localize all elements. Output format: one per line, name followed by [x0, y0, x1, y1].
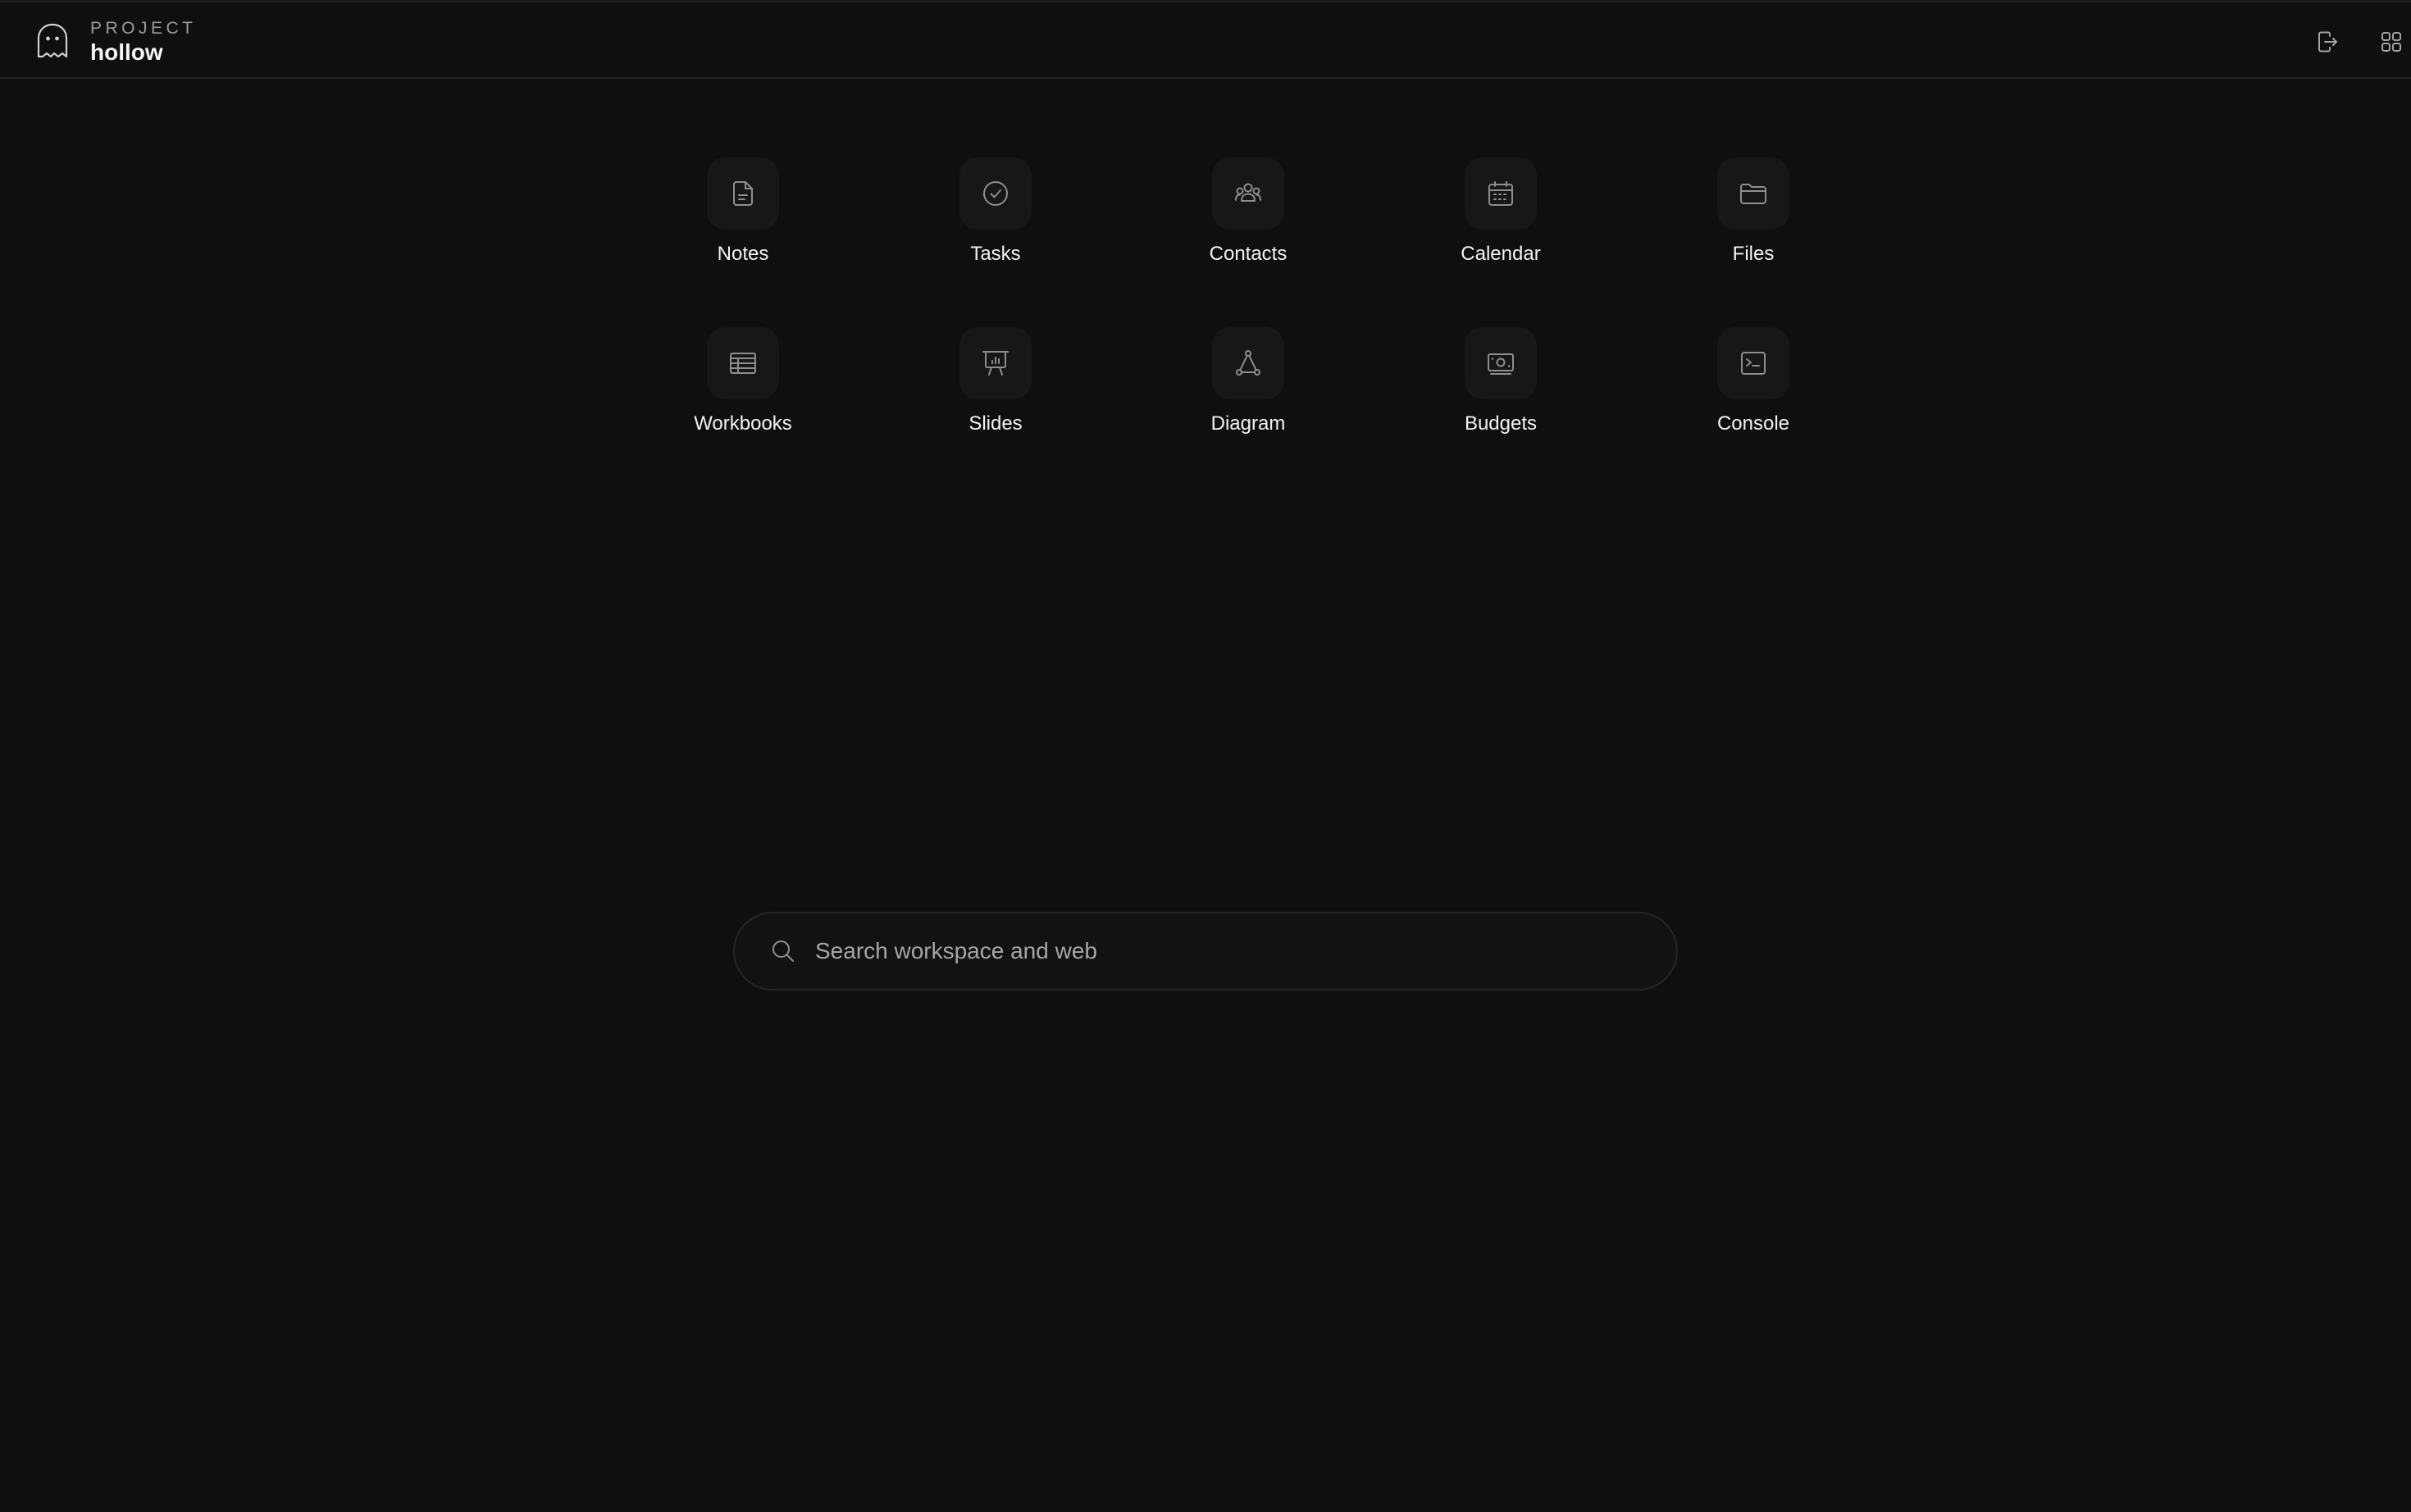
brand-kicker: PROJECT — [90, 19, 197, 38]
check-circle-icon — [980, 178, 1011, 209]
document-icon — [727, 178, 759, 209]
app-label: Calendar — [1461, 243, 1541, 265]
app-tile-slides[interactable]: Slides — [869, 327, 1122, 497]
app-label: Slides — [969, 412, 1023, 435]
ghost-icon — [31, 20, 74, 63]
app-label: Files — [1732, 243, 1775, 265]
app-label: Tasks — [970, 243, 1021, 265]
brand-name: hollow — [90, 39, 163, 65]
search-bar[interactable] — [733, 912, 1678, 991]
logout-icon — [2315, 30, 2340, 54]
app-icon-container — [1717, 327, 1789, 399]
app-icon-container — [1465, 327, 1537, 399]
app-icon-container — [707, 327, 779, 399]
logout-button[interactable] — [2309, 24, 2345, 60]
brand-text: PROJECT hollow — [90, 18, 197, 66]
app-icon-container — [707, 157, 779, 230]
app-label: Notes — [717, 243, 769, 265]
brand[interactable]: PROJECT hollow — [31, 17, 197, 66]
apps-grid-icon — [2379, 30, 2404, 54]
money-icon — [1485, 348, 1516, 379]
folder-icon — [1738, 178, 1769, 209]
app-label: Workbooks — [694, 412, 792, 435]
app-tile-console[interactable]: Console — [1627, 327, 1880, 497]
app-tile-calendar[interactable]: Calendar — [1374, 157, 1627, 327]
app-icon-container — [1212, 327, 1284, 399]
app-launcher-grid: Notes Tasks Contacts Calendar Files Work… — [617, 157, 1880, 497]
app-tile-notes[interactable]: Notes — [617, 157, 869, 327]
diagram-icon — [1233, 348, 1264, 379]
app-tile-workbooks[interactable]: Workbooks — [617, 327, 869, 497]
top-bar: PROJECT hollow — [0, 0, 2411, 79]
app-label: Console — [1716, 412, 1790, 435]
app-icon-container — [1212, 157, 1284, 230]
app-tile-contacts[interactable]: Contacts — [1122, 157, 1374, 327]
calendar-icon — [1485, 178, 1516, 209]
app-tile-files[interactable]: Files — [1627, 157, 1880, 327]
app-icon-container — [1717, 157, 1789, 230]
app-label: Contacts — [1209, 243, 1288, 265]
app-tile-diagram[interactable]: Diagram — [1122, 327, 1374, 497]
app-label: Budgets — [1464, 412, 1538, 435]
search-input[interactable] — [815, 927, 1676, 976]
app-icon-container — [959, 327, 1032, 399]
app-tile-tasks[interactable]: Tasks — [869, 157, 1122, 327]
presentation-icon — [980, 348, 1011, 379]
app-icon-container — [959, 157, 1032, 230]
terminal-icon — [1738, 348, 1769, 379]
apps-menu-button[interactable] — [2373, 24, 2409, 60]
app-label: Diagram — [1210, 412, 1286, 435]
app-icon-container — [1465, 157, 1537, 230]
table-icon — [727, 348, 759, 379]
app-tile-budgets[interactable]: Budgets — [1374, 327, 1627, 497]
users-icon — [1233, 178, 1264, 209]
search-icon — [769, 937, 797, 965]
